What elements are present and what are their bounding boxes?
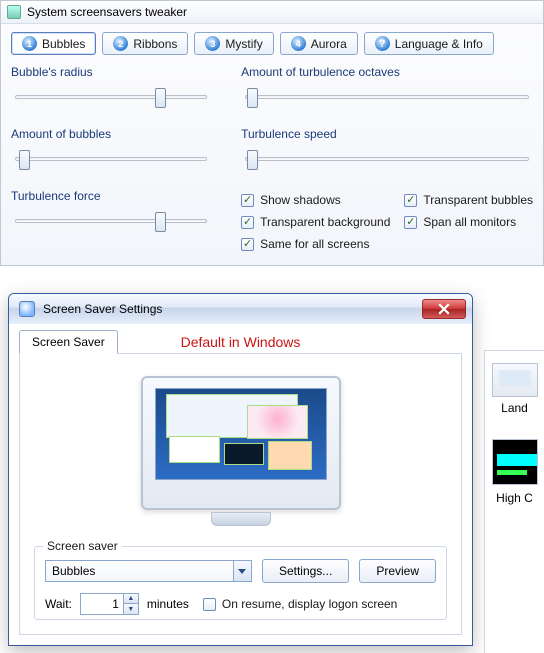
spin-up-icon[interactable]: ▲ <box>124 594 138 604</box>
wait-input[interactable] <box>81 594 123 614</box>
tab-label: Bubbles <box>42 37 85 51</box>
tweaker-window: System screensavers tweaker 1 Bubbles 2 … <box>0 0 544 266</box>
slider-track[interactable] <box>11 85 211 109</box>
group-legend: Screen saver <box>43 539 122 553</box>
wait-spinner[interactable]: ▲ ▼ <box>80 593 139 615</box>
slider-label: Amount of turbulence octaves <box>241 65 533 79</box>
row-select: Bubbles Settings... Preview <box>45 559 436 583</box>
close-icon <box>438 303 450 315</box>
tab-language-info[interactable]: ? Language & Info <box>364 32 494 55</box>
slider-label: Amount of bubbles <box>11 127 211 141</box>
tab-label: Mystify <box>225 37 262 51</box>
check-label: Show shadows <box>260 193 341 207</box>
right-column: Amount of turbulence octaves Turbulence … <box>241 65 533 251</box>
chevron-down-icon <box>233 561 251 581</box>
slider-amount: Amount of bubbles <box>11 127 211 171</box>
checkbox-grid: ✓ Show shadows ✓ Transparent bubbles ✓ T… <box>241 193 533 251</box>
tweaker-title-text: System screensavers tweaker <box>27 5 187 19</box>
spin-down-icon[interactable]: ▼ <box>124 604 138 614</box>
settings-button[interactable]: Settings... <box>262 559 349 583</box>
check-label: On resume, display logon screen <box>222 597 397 611</box>
checkbox-icon: ✓ <box>241 194 254 207</box>
tab-mystify[interactable]: 3 Mystify <box>194 32 273 55</box>
bubbles-panel: Bubble's radius Amount of bubbles Turbul… <box>11 65 533 251</box>
dialog-panel: Screen saver Bubbles Settings... Preview… <box>19 353 462 635</box>
monitor-bezel <box>141 376 341 510</box>
dialog-title-text: Screen Saver Settings <box>43 302 414 316</box>
check-same-for-all[interactable]: ✓ Same for all screens <box>241 237 533 251</box>
slider-radius: Bubble's radius <box>11 65 211 109</box>
tab-label: Language & Info <box>395 37 483 51</box>
check-span-all-monitors[interactable]: ✓ Span all monitors <box>404 215 533 229</box>
tab-label: Aurora <box>311 37 347 51</box>
check-label: Span all monitors <box>423 215 516 229</box>
checkbox-icon <box>203 598 216 611</box>
check-transparent-background[interactable]: ✓ Transparent background <box>241 215 390 229</box>
monitor-screen <box>155 388 327 480</box>
tweaker-app-icon <box>7 5 21 19</box>
checkbox-icon: ✓ <box>241 216 254 229</box>
tweaker-tabstrip: 1 Bubbles 2 Ribbons 3 Mystify 4 Aurora ?… <box>11 32 533 55</box>
slider-speed: Turbulence speed <box>241 127 533 171</box>
button-label: Preview <box>376 564 419 578</box>
help-icon: ? <box>375 36 390 51</box>
combo-value: Bubbles <box>46 564 233 578</box>
tweaker-titlebar: System screensavers tweaker <box>1 1 543 24</box>
screensaver-settings-dialog: Screen Saver Settings Default in Windows… <box>8 293 473 646</box>
screensaver-group: Screen saver Bubbles Settings... Preview… <box>34 546 447 620</box>
slider-label: Turbulence force <box>11 189 211 203</box>
check-on-resume[interactable]: On resume, display logon screen <box>203 597 397 611</box>
checkbox-icon: ✓ <box>241 238 254 251</box>
check-show-shadows[interactable]: ✓ Show shadows <box>241 193 390 207</box>
tab-label: Ribbons <box>133 37 177 51</box>
theme-caption: High C <box>485 491 544 505</box>
check-transparent-bubbles[interactable]: ✓ Transparent bubbles <box>404 193 533 207</box>
left-column: Bubble's radius Amount of bubbles Turbul… <box>11 65 211 251</box>
tweaker-body: 1 Bubbles 2 Ribbons 3 Mystify 4 Aurora ?… <box>1 24 543 265</box>
check-label: Same for all screens <box>260 237 369 251</box>
tab-aurora[interactable]: 4 Aurora <box>280 32 358 55</box>
theme-caption: Land <box>485 401 544 415</box>
slider-octaves: Amount of turbulence octaves <box>241 65 533 109</box>
spinner-arrows: ▲ ▼ <box>123 594 138 614</box>
theme-thumb-high-contrast[interactable] <box>492 439 538 485</box>
tab-ribbons[interactable]: 2 Ribbons <box>102 32 188 55</box>
slider-track[interactable] <box>241 85 533 109</box>
dialog-titlebar[interactable]: Screen Saver Settings <box>9 294 472 324</box>
preview-button[interactable]: Preview <box>359 559 436 583</box>
check-label: Transparent bubbles <box>423 193 533 207</box>
tab-screen-saver[interactable]: Screen Saver <box>19 330 118 354</box>
close-button[interactable] <box>422 299 466 319</box>
slider-label: Turbulence speed <box>241 127 533 141</box>
tab-number-icon: 3 <box>205 36 220 51</box>
dialog-body: Screen Saver S <box>9 324 472 645</box>
check-label: Transparent background <box>260 215 390 229</box>
tab-number-icon: 4 <box>291 36 306 51</box>
tab-bubbles[interactable]: 1 Bubbles <box>11 32 96 55</box>
slider-track[interactable] <box>11 209 211 233</box>
slider-label: Bubble's radius <box>11 65 211 79</box>
slider-force: Turbulence force <box>11 189 211 233</box>
tab-number-icon: 1 <box>22 36 37 51</box>
wait-label: Wait: <box>45 597 72 611</box>
slider-track[interactable] <box>11 147 211 171</box>
slider-track[interactable] <box>241 147 533 171</box>
button-label: Settings... <box>279 564 332 578</box>
screensaver-combo[interactable]: Bubbles <box>45 560 252 582</box>
monitor-stand <box>211 512 271 526</box>
minutes-label: minutes <box>147 597 189 611</box>
row-wait: Wait: ▲ ▼ minutes On resume, display log… <box>45 593 436 615</box>
dialog-app-icon <box>19 301 35 317</box>
preview-monitor <box>141 376 341 526</box>
checkbox-icon: ✓ <box>404 216 417 229</box>
tab-number-icon: 2 <box>113 36 128 51</box>
checkbox-icon: ✓ <box>404 194 417 207</box>
theme-thumb-landscape[interactable] <box>492 363 538 397</box>
theme-thumb-strip: Land High C <box>484 350 544 653</box>
